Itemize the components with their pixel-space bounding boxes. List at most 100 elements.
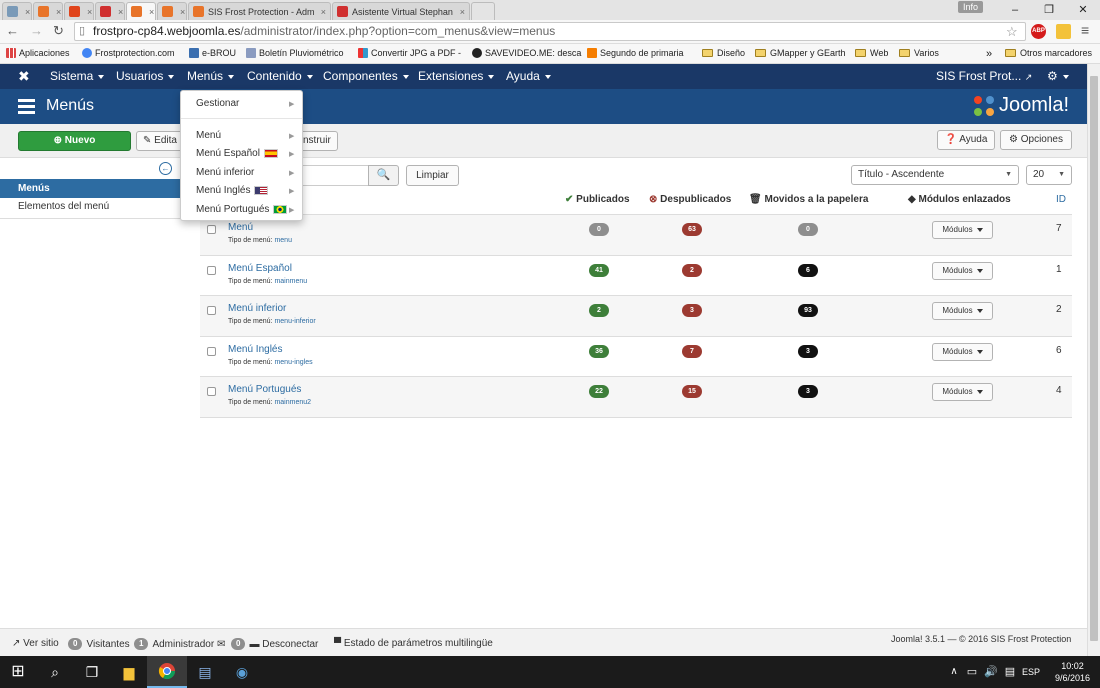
network-icon[interactable]: ▭ <box>962 662 982 682</box>
maximize-icon[interactable]: ❐ <box>1032 0 1066 20</box>
browser-tab-active[interactable]: × <box>126 2 156 20</box>
close-tab-icon[interactable]: × <box>22 7 30 17</box>
bookmark-folder-web[interactable]: Web <box>855 48 888 58</box>
bookmark-savevideo[interactable]: SAVEVIDEO.ME: desca <box>472 48 581 58</box>
dropdown-item-manage[interactable]: Gestionar <box>196 98 239 109</box>
rebuild-button[interactable]: nstruir <box>300 131 338 151</box>
row-checkbox[interactable] <box>207 387 216 396</box>
file-explorer-icon[interactable]: ▆ <box>119 662 139 682</box>
bookmark-boletin[interactable]: Boletín Pluviométrico <box>246 48 344 58</box>
row-checkbox[interactable] <box>207 225 216 234</box>
nav-componentes[interactable]: Componentes <box>323 69 409 83</box>
minimize-icon[interactable]: – <box>998 0 1032 20</box>
dropdown-item-menu-espanol[interactable]: Menú Español <box>196 148 278 159</box>
user-settings-menu[interactable]: ⚙ <box>1047 69 1069 83</box>
row-checkbox[interactable] <box>207 306 216 315</box>
limit-select[interactable]: 20 ▼ <box>1026 165 1072 185</box>
options-button[interactable]: ⚙ Opciones <box>1000 130 1072 150</box>
header-id[interactable]: ID <box>1056 194 1066 205</box>
volume-icon[interactable]: 🔊 <box>981 662 1001 682</box>
unpublished-count-badge[interactable]: 63 <box>682 223 702 236</box>
published-count-badge[interactable]: 41 <box>589 264 609 277</box>
close-tab-icon[interactable]: × <box>457 7 465 17</box>
header-published[interactable]: ✔ Publicados <box>565 194 630 205</box>
header-unpublished[interactable]: ⊗ Despublicados <box>649 194 731 205</box>
scrollbar-thumb[interactable] <box>1090 76 1098 641</box>
browser-tab[interactable]: × <box>95 2 125 20</box>
browser-tab[interactable]: × <box>64 2 94 20</box>
row-checkbox[interactable] <box>207 266 216 275</box>
view-site-link[interactable]: ↗ Ver sitio <box>12 638 59 649</box>
bookmark-convertir[interactable]: Convertir JPG a PDF - <box>358 48 461 58</box>
trashed-count-badge[interactable]: 6 <box>798 264 818 277</box>
menu-title-link[interactable]: Menú inferior <box>228 303 286 314</box>
new-button[interactable]: ⊕ Nuevo <box>18 131 131 151</box>
reload-icon[interactable]: ↻ <box>53 23 64 39</box>
tray-chevron-up-icon[interactable]: ∧ <box>944 662 964 682</box>
forward-icon[interactable]: → <box>30 23 43 38</box>
joomla-logo-icon[interactable]: ✖ <box>18 68 30 85</box>
multilang-status[interactable]: ▀ Estado de parámetros multilingüe <box>334 638 493 649</box>
sidebar-item-menus[interactable]: Menús <box>0 179 181 198</box>
close-tab-icon[interactable]: × <box>84 7 92 17</box>
sidebar-item-menu-items[interactable]: Elementos del menú <box>0 197 181 216</box>
bookmark-apps[interactable]: Aplicaciones <box>6 48 70 58</box>
trashed-count-badge[interactable]: 93 <box>798 304 818 317</box>
unpublished-count-badge[interactable]: 7 <box>682 345 702 358</box>
published-count-badge[interactable]: 22 <box>589 385 609 398</box>
bookmark-frostprotection[interactable]: Frostprotection.com <box>82 48 175 58</box>
extension-icon[interactable] <box>1056 24 1071 39</box>
bookmark-ebrou[interactable]: e-BROU <box>189 48 236 58</box>
task-view-icon[interactable]: ❐ <box>82 662 102 682</box>
windows-start-icon[interactable]: ⊞ <box>8 662 28 682</box>
search-button[interactable]: 🔍 <box>368 165 399 186</box>
menu-title-link[interactable]: Menú Portugués <box>228 384 301 395</box>
notifications-icon[interactable]: ▤ <box>1000 662 1020 682</box>
browser-tab[interactable]: Asistente Virtual Stephan × <box>332 2 470 20</box>
menu-title-link[interactable]: Menú <box>228 222 253 233</box>
browser-tab[interactable]: SIS Frost Protection - Adm × <box>188 2 331 20</box>
site-link[interactable]: SIS Frost Prot... ↗ <box>936 69 1032 83</box>
close-tab-icon[interactable]: × <box>177 7 185 17</box>
trashed-count-badge[interactable]: 3 <box>798 345 818 358</box>
sort-select[interactable]: Título - Ascendente ▼ <box>851 165 1019 185</box>
taskbar-clock[interactable]: 10:02 9/6/2016 <box>1055 660 1090 684</box>
messages-status[interactable]: 0 ▬ Desconectar <box>231 638 318 650</box>
language-indicator[interactable]: ESP <box>1019 662 1043 682</box>
unpublished-count-badge[interactable]: 3 <box>682 304 702 317</box>
trashed-count-badge[interactable]: 0 <box>798 223 818 236</box>
bookmark-folder-diseno[interactable]: Diseño <box>702 48 745 58</box>
nav-menus[interactable]: Menús <box>187 69 235 83</box>
nav-usuarios[interactable]: Usuarios <box>116 69 175 83</box>
row-checkbox[interactable] <box>207 347 216 356</box>
menu-title-link[interactable]: Menú Español <box>228 263 292 274</box>
modules-button[interactable]: Módulos <box>932 343 993 361</box>
adblock-icon[interactable]: ABP <box>1031 24 1046 39</box>
collapse-sidebar-icon[interactable]: ← <box>159 162 172 175</box>
close-tab-icon[interactable]: × <box>146 7 154 17</box>
bookmark-folder-gmapper[interactable]: GMapper y GEarth <box>755 48 846 58</box>
modules-button[interactable]: Módulos <box>932 383 993 401</box>
bookmark-segundo[interactable]: Segundo de primaria <box>587 48 684 58</box>
dropdown-item-menu-portugues[interactable]: Menú Portugués <box>196 204 288 215</box>
dropdown-item-menu[interactable]: Menú <box>196 130 221 141</box>
bookmark-star-icon[interactable]: ☆ <box>1006 24 1018 40</box>
menu-title-link[interactable]: Menú Inglés <box>228 344 282 355</box>
bookmark-folder-other[interactable]: Otros marcadores <box>1005 48 1092 58</box>
nav-extensiones[interactable]: Extensiones <box>418 69 495 83</box>
page-scrollbar[interactable] <box>1087 64 1100 656</box>
close-tab-icon[interactable]: × <box>53 7 61 17</box>
browser-tab[interactable]: × <box>2 2 32 20</box>
modules-button[interactable]: Módulos <box>932 221 993 239</box>
chrome-icon[interactable] <box>157 662 177 682</box>
help-button[interactable]: ❓ Ayuda <box>937 130 995 150</box>
published-count-badge[interactable]: 0 <box>589 223 609 236</box>
modules-button[interactable]: Módulos <box>932 262 993 280</box>
trashed-count-badge[interactable]: 3 <box>798 385 818 398</box>
edit-button[interactable]: ✎ Edita <box>136 131 186 151</box>
nav-ayuda[interactable]: Ayuda <box>506 69 551 83</box>
nav-sistema[interactable]: Sistema <box>50 69 105 83</box>
browser-tab[interactable]: × <box>157 2 187 20</box>
close-tab-icon[interactable]: × <box>318 7 326 17</box>
published-count-badge[interactable]: 36 <box>589 345 609 358</box>
